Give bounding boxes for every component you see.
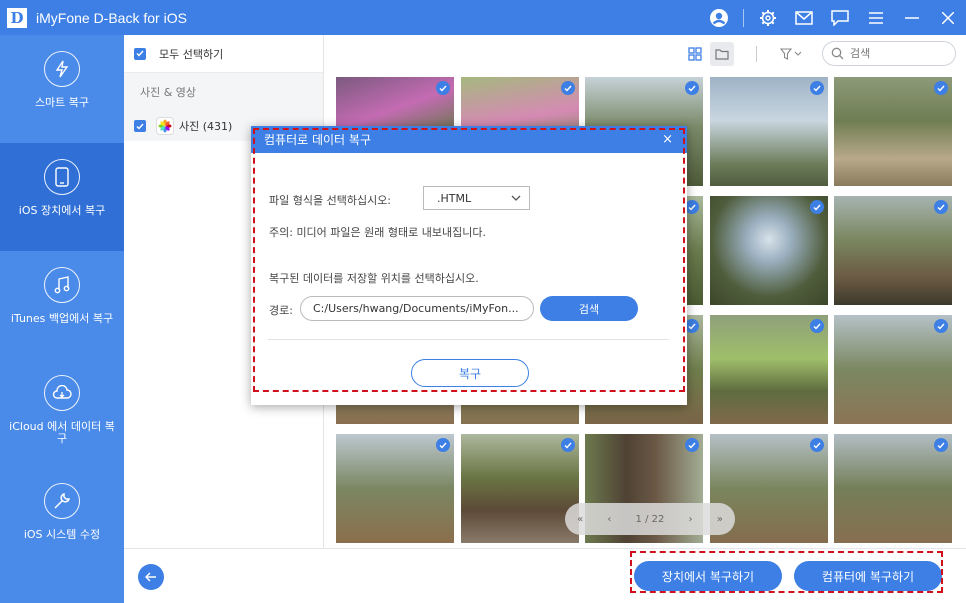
dialog-header: 컴퓨터로 데이터 복구 × <box>251 126 687 153</box>
path-field[interactable]: C:/Users/hwang/Documents/iMyFon... <box>300 296 534 321</box>
sidebar-item-label: iTunes 백업에서 복구 <box>10 312 114 325</box>
check-icon[interactable] <box>436 81 450 95</box>
check-icon[interactable] <box>934 200 948 214</box>
recover-to-device-button[interactable]: 장치에서 복구하기 <box>634 561 782 591</box>
sidebar-item-ios-device[interactable]: iOS 장치에서 복구 <box>0 143 124 251</box>
filter-icon <box>780 48 802 60</box>
folder-view-button[interactable] <box>710 42 734 66</box>
toolbar-divider <box>756 46 757 62</box>
check-icon[interactable] <box>934 81 948 95</box>
page-indicator: 1 / 22 <box>635 513 665 525</box>
sidebar-item-itunes[interactable]: iTunes 백업에서 복구 <box>0 251 124 359</box>
itunes-icon <box>44 267 80 303</box>
minimize-icon[interactable] <box>894 0 930 35</box>
category-header: 사진 & 영상 <box>124 73 323 111</box>
check-icon[interactable] <box>436 438 450 452</box>
search-icon <box>831 47 844 60</box>
export-dialog: 컴퓨터로 데이터 복구 × 파일 형식을 선택하십시오: .HTML 주의: 미… <box>251 126 687 405</box>
check-icon[interactable] <box>810 200 824 214</box>
format-select-value: .HTML <box>437 191 472 205</box>
check-icon[interactable] <box>810 319 824 333</box>
next-page-button[interactable]: › <box>689 514 693 525</box>
sidebar-item-smart-recovery[interactable]: 스마트 복구 <box>0 35 124 143</box>
sidebar-item-label: 스마트 복구 <box>34 96 90 109</box>
icloud-icon <box>44 375 80 411</box>
search-input[interactable] <box>850 47 950 60</box>
photo-thumbnail[interactable] <box>461 434 579 543</box>
search-box[interactable] <box>822 41 956 66</box>
mail-icon[interactable] <box>786 0 822 35</box>
sidebar: 스마트 복구 iOS 장치에서 복구 iTunes 백업에서 복구 iCloud… <box>0 35 124 603</box>
smart-recovery-icon <box>44 51 80 87</box>
format-prompt: 파일 형식을 선택하십시오: <box>269 194 392 207</box>
path-label: 경로: <box>269 304 293 317</box>
check-icon[interactable] <box>561 81 575 95</box>
repair-icon <box>44 483 80 519</box>
photo-thumbnail[interactable] <box>336 434 454 543</box>
dialog-divider <box>268 339 669 340</box>
grid-view-icon <box>688 47 702 61</box>
browse-button[interactable]: 검색 <box>540 296 638 321</box>
select-all-label: 모두 선택하기 <box>159 47 224 61</box>
app-title: iMyFone D-Back for iOS <box>36 9 187 26</box>
sidebar-item-system-repair[interactable]: iOS 시스템 수정 <box>0 467 124 575</box>
photos-checkbox[interactable] <box>134 120 146 132</box>
check-icon[interactable] <box>685 438 699 452</box>
photo-thumbnail[interactable] <box>834 196 952 305</box>
recover-to-computer-button[interactable]: 컴퓨터에 복구하기 <box>794 561 942 591</box>
titlebar-divider <box>743 8 744 27</box>
sidebar-item-label: iOS 장치에서 복구 <box>18 204 106 217</box>
close-icon[interactable] <box>930 0 966 35</box>
sidebar-item-label: iCloud 에서 데이터 복구 <box>9 420 115 445</box>
chevron-down-icon <box>511 195 521 201</box>
title-bar: D iMyFone D-Back for iOS <box>0 0 966 35</box>
pagination: « ‹ 1 / 22 › » <box>565 503 735 535</box>
menu-icon[interactable] <box>858 0 894 35</box>
content-toolbar <box>325 35 966 73</box>
check-icon[interactable] <box>934 319 948 333</box>
prev-page-button[interactable]: ‹ <box>607 514 611 525</box>
photos-label: 사진 (431) <box>179 120 233 133</box>
format-select[interactable]: .HTML <box>423 186 530 210</box>
sidebar-item-label: iOS 시스템 수정 <box>23 528 101 541</box>
photo-thumbnail[interactable] <box>834 315 952 424</box>
photo-thumbnail[interactable] <box>834 434 952 543</box>
footer-bar: 장치에서 복구하기 컴퓨터에 복구하기 <box>124 548 966 603</box>
arrow-left-icon <box>145 572 156 582</box>
check-icon[interactable] <box>561 438 575 452</box>
photos-app-icon <box>156 117 174 135</box>
grid-view-button[interactable] <box>683 42 707 66</box>
dialog-title: 컴퓨터로 데이터 복구 <box>264 133 371 147</box>
photo-thumbnail[interactable] <box>834 77 952 186</box>
dialog-close-icon[interactable]: × <box>662 132 673 147</box>
check-icon[interactable] <box>685 200 699 214</box>
back-button[interactable] <box>138 564 164 590</box>
filter-button[interactable] <box>777 42 805 66</box>
media-note: 주의: 미디어 파일은 원래 형태로 내보내집니다. <box>269 226 486 239</box>
photo-thumbnail[interactable] <box>710 315 828 424</box>
ios-device-icon <box>44 159 80 195</box>
sidebar-item-icloud[interactable]: iCloud 에서 데이터 복구 <box>0 359 124 467</box>
check-icon[interactable] <box>685 319 699 333</box>
location-prompt: 복구된 데이터를 저장할 위치를 선택하십시오. <box>269 272 479 285</box>
check-icon[interactable] <box>685 81 699 95</box>
recover-button[interactable]: 복구 <box>411 359 529 387</box>
check-icon[interactable] <box>810 81 824 95</box>
settings-icon[interactable] <box>750 0 786 35</box>
select-all-checkbox[interactable] <box>134 47 146 60</box>
check-icon[interactable] <box>934 438 948 452</box>
account-icon[interactable] <box>701 0 737 35</box>
photo-thumbnail[interactable] <box>710 196 828 305</box>
check-icon[interactable] <box>810 438 824 452</box>
select-all-row[interactable]: 모두 선택하기 <box>124 35 323 73</box>
feedback-icon[interactable] <box>822 0 858 35</box>
last-page-button[interactable]: » <box>717 514 723 525</box>
photo-thumbnail[interactable] <box>710 77 828 186</box>
folder-icon <box>715 49 729 60</box>
app-logo: D <box>7 7 27 28</box>
first-page-button[interactable]: « <box>577 514 583 525</box>
